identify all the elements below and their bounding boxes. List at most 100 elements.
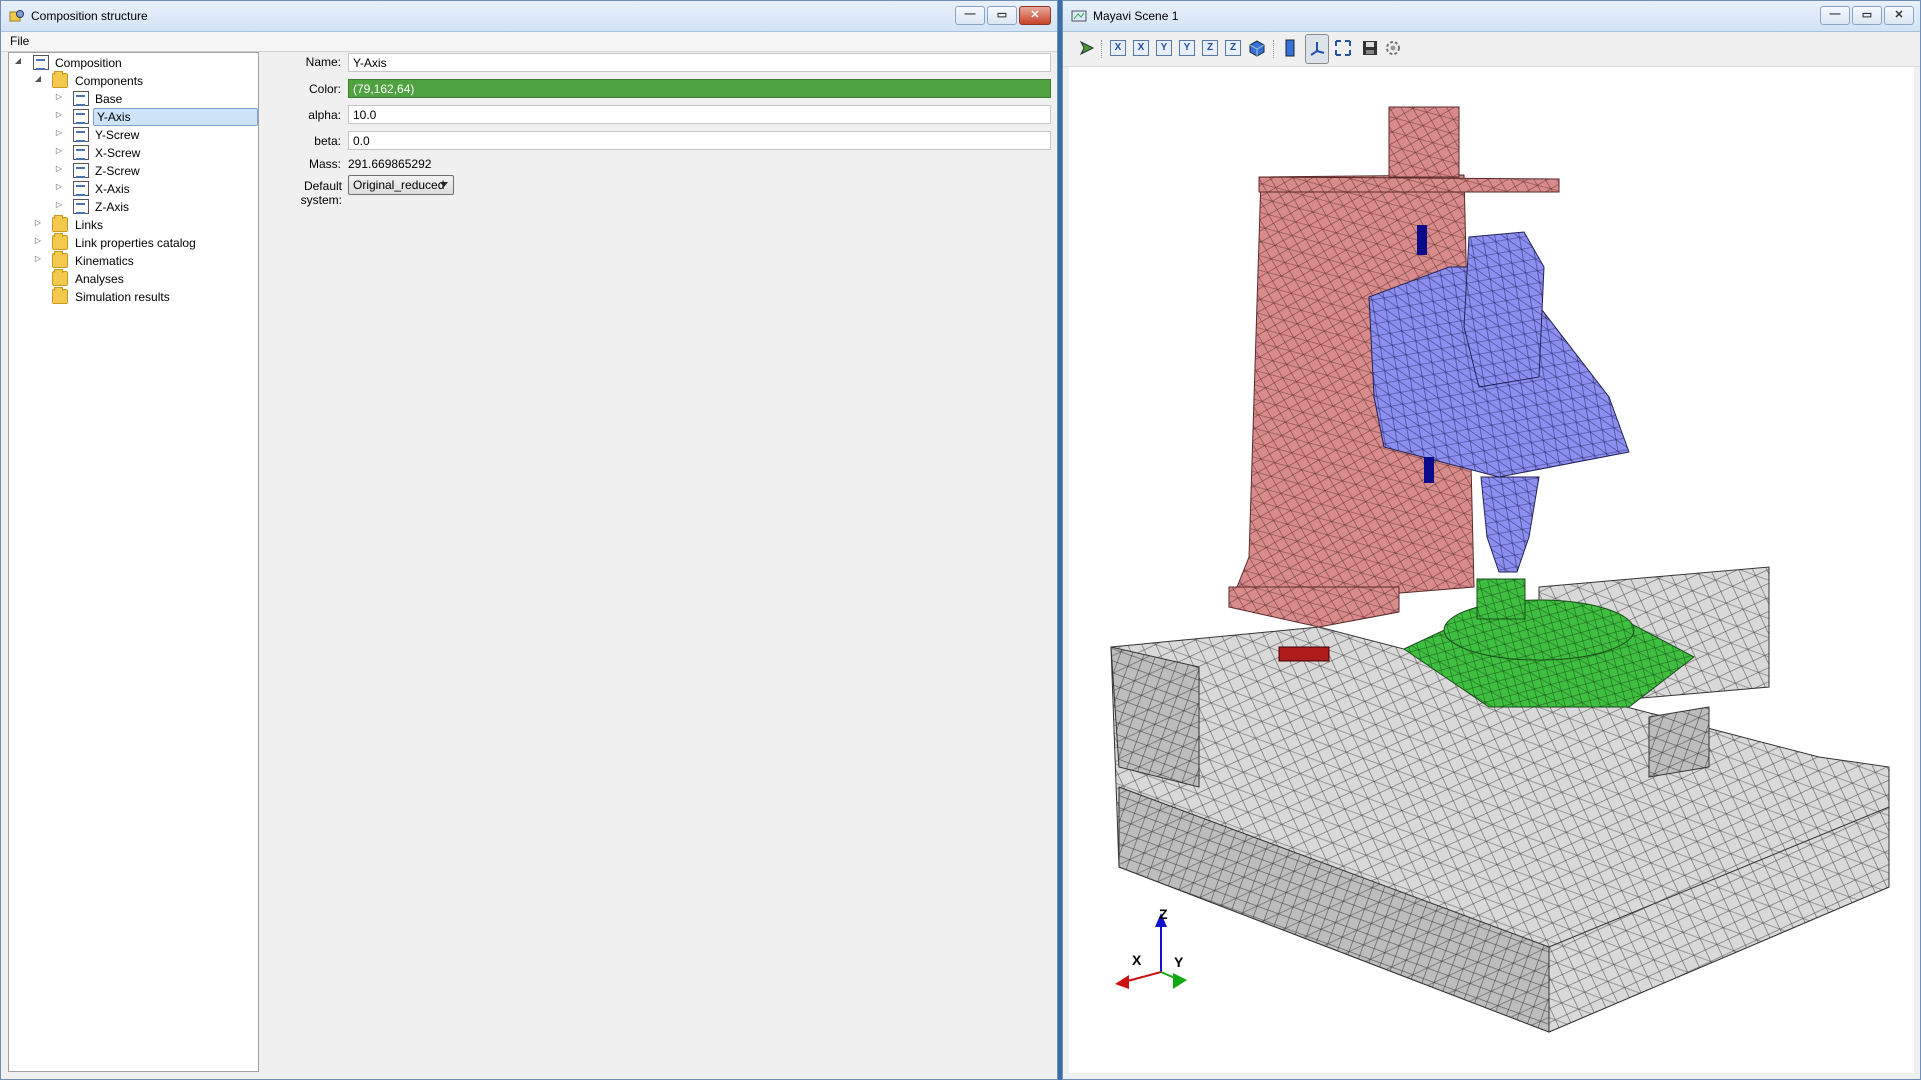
axis-label-z: Z (1159, 906, 1168, 922)
tree-label: Y-Screw (95, 128, 140, 142)
base-left-wall (1110, 646, 1200, 788)
maximize-button[interactable]: ▭ (987, 6, 1017, 25)
properties-panel: Name: Y-Axis Color: (79,162,64) alpha: 1… (261, 52, 1051, 1073)
rotary-table (1443, 599, 1635, 661)
menu-bar: File (1, 32, 1057, 52)
maximize-button[interactable]: ▭ (1852, 6, 1882, 25)
tree-item-analyses[interactable]: Analyses (9, 269, 258, 288)
composition-tree[interactable]: ◢ Composition ◢ Components ▷ Base ▷ Y-Ax… (8, 52, 259, 1072)
toolbar-separator (1273, 40, 1275, 58)
base-block (1648, 706, 1710, 778)
folder-icon (52, 233, 68, 250)
beta-field[interactable]: 0.0 (348, 131, 1051, 150)
expand-icon[interactable]: ▷ (33, 236, 43, 245)
alpha-field[interactable]: 10.0 (348, 105, 1051, 124)
name-field[interactable]: Y-Axis (348, 53, 1051, 72)
component-icon (73, 109, 89, 124)
close-button[interactable]: ✕ (1019, 6, 1051, 25)
fullscreen-icon[interactable] (1333, 38, 1353, 58)
component-icon (73, 163, 89, 178)
menu-file[interactable]: File (1, 32, 37, 48)
tree-label: Analyses (75, 272, 124, 286)
name-label: Name: (305, 55, 341, 69)
tree-item-z-screw[interactable]: ▷ Z-Screw (9, 162, 258, 180)
component-icon (73, 181, 89, 196)
tree-label: X-Screw (95, 146, 141, 160)
expand-icon[interactable]: ▷ (54, 200, 64, 209)
minimize-icon: — (1829, 8, 1841, 20)
color-label: Color: (308, 82, 341, 96)
tree-item-x-screw[interactable]: ▷ X-Screw (9, 144, 258, 162)
view-y-minus-button[interactable]: Y (1179, 40, 1195, 56)
parallel-projection-icon[interactable] (1280, 38, 1300, 58)
tree-item-simulation-results[interactable]: Simulation results (9, 287, 258, 306)
scene-viewport[interactable]: Z X Y (1069, 67, 1914, 1073)
title-bar[interactable]: Mayavi Scene 1 — ▭ ✕ (1063, 1, 1920, 32)
tree-item-links[interactable]: ▷ Links (9, 215, 258, 234)
tree-item-components[interactable]: ◢ Components (9, 71, 258, 90)
tree-label: Link properties catalog (75, 236, 196, 250)
composition-icon (33, 55, 49, 70)
color-field[interactable]: (79,162,64) (348, 79, 1051, 98)
axis-label-x: X (1132, 952, 1142, 968)
folder-icon (52, 269, 68, 286)
tree-item-y-screw[interactable]: ▷ Y-Screw (9, 126, 258, 144)
tree-item-y-axis[interactable]: ▷ Y-Axis (9, 108, 258, 126)
tree-label: Components (75, 74, 144, 88)
pipeline-icon[interactable] (1077, 38, 1097, 58)
folder-icon (52, 251, 68, 268)
component-icon (73, 91, 89, 106)
tree-item-base[interactable]: ▷ Base (9, 90, 258, 108)
gear-icon[interactable] (1383, 38, 1403, 58)
view-z-minus-button[interactable]: Z (1225, 40, 1241, 56)
tree-item-composition[interactable]: ◢ Composition (9, 54, 258, 72)
collapse-icon[interactable]: ◢ (13, 56, 23, 65)
alpha-label: alpha: (308, 108, 341, 122)
isometric-view-icon[interactable] (1247, 38, 1267, 58)
column-foot (1228, 586, 1400, 628)
workpiece-block (1476, 578, 1526, 620)
close-icon: ✕ (1894, 9, 1904, 21)
save-icon[interactable] (1360, 38, 1380, 58)
view-z-plus-button[interactable]: Z (1202, 40, 1218, 56)
minimize-button[interactable]: — (955, 6, 985, 25)
view-x-minus-button[interactable]: X (1133, 40, 1149, 56)
tree-label: Z-Screw (95, 164, 140, 178)
view-x-plus-button[interactable]: X (1110, 40, 1126, 56)
minimize-icon: — (964, 8, 976, 20)
expand-icon[interactable]: ▷ (54, 128, 64, 137)
z-screw-lower (1424, 457, 1434, 483)
expand-icon[interactable]: ▷ (33, 254, 43, 263)
view-y-plus-button[interactable]: Y (1156, 40, 1172, 56)
spindle-nose (1480, 476, 1540, 573)
expand-icon[interactable]: ▷ (54, 146, 64, 155)
close-button[interactable]: ✕ (1884, 6, 1914, 25)
chevron-down-icon (440, 182, 448, 187)
tree-label: Z-Axis (95, 200, 129, 214)
component-icon (73, 127, 89, 142)
tree-item-z-axis[interactable]: ▷ Z-Axis (9, 198, 258, 216)
expand-icon[interactable]: ▷ (33, 218, 43, 227)
minimize-button[interactable]: — (1820, 6, 1850, 25)
expand-icon[interactable]: ▷ (54, 92, 64, 101)
folder-icon (52, 287, 68, 304)
folder-icon (52, 71, 68, 88)
app-icon (9, 10, 24, 22)
z-screw-shape (1417, 225, 1427, 255)
collapse-icon[interactable]: ◢ (33, 74, 43, 83)
expand-icon[interactable]: ▷ (54, 110, 64, 119)
composition-structure-window: Composition structure — ▭ ✕ File ◢ Compo… (0, 0, 1058, 1080)
tree-item-kinematics[interactable]: ▷ Kinematics (9, 251, 258, 270)
tree-item-x-axis[interactable]: ▷ X-Axis (9, 180, 258, 198)
expand-icon[interactable]: ▷ (54, 164, 64, 173)
folder-icon (52, 215, 68, 232)
orientation-axes: Z X Y (1115, 906, 1187, 989)
column-top-block (1388, 106, 1460, 178)
scene-icon (1071, 10, 1087, 22)
expand-icon[interactable]: ▷ (54, 182, 64, 191)
maximize-icon: ▭ (1861, 9, 1873, 21)
default-system-select[interactable]: Original_reduced (348, 175, 454, 195)
tree-item-link-properties-catalog[interactable]: ▷ Link properties catalog (9, 233, 258, 252)
title-bar[interactable]: Composition structure — ▭ ✕ (1, 1, 1057, 32)
axes-indicator-toggle[interactable] (1305, 34, 1329, 64)
